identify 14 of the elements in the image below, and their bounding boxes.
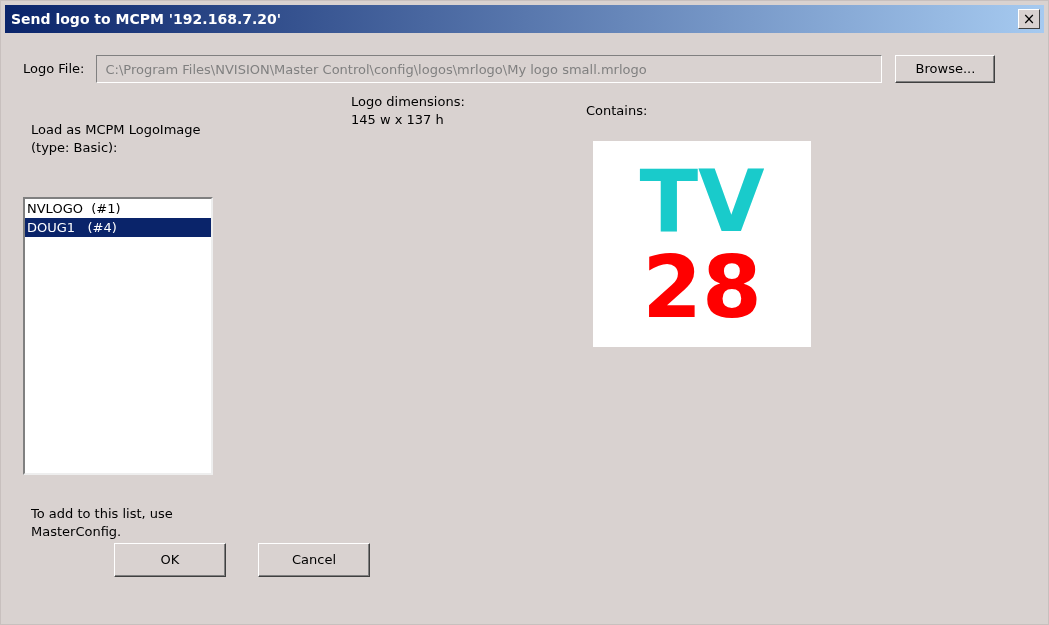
logo-file-label: Logo File: — [23, 60, 85, 79]
logo-text: TV — [639, 157, 765, 244]
ok-button[interactable]: OK — [114, 543, 226, 577]
window-title: Send logo to MCPM '192.168.7.20' — [11, 9, 282, 29]
list-item[interactable]: NVLOGO (#1) — [25, 199, 211, 218]
close-button[interactable]: × — [1018, 9, 1040, 29]
load-as-label: Load as MCPM LogoImage (type: Basic): — [31, 121, 202, 157]
cancel-button[interactable]: Cancel — [258, 543, 370, 577]
dimensions-label: Logo dimensions: — [351, 93, 466, 111]
dimensions-value: 145 w x 137 h — [351, 111, 445, 129]
logo-text: 28 — [642, 243, 762, 330]
list-item[interactable]: DOUG1 (#4) — [25, 218, 211, 237]
contains-label: Contains: — [586, 102, 649, 120]
list-hint-text: To add to this list, use MasterConfig. — [31, 505, 174, 541]
